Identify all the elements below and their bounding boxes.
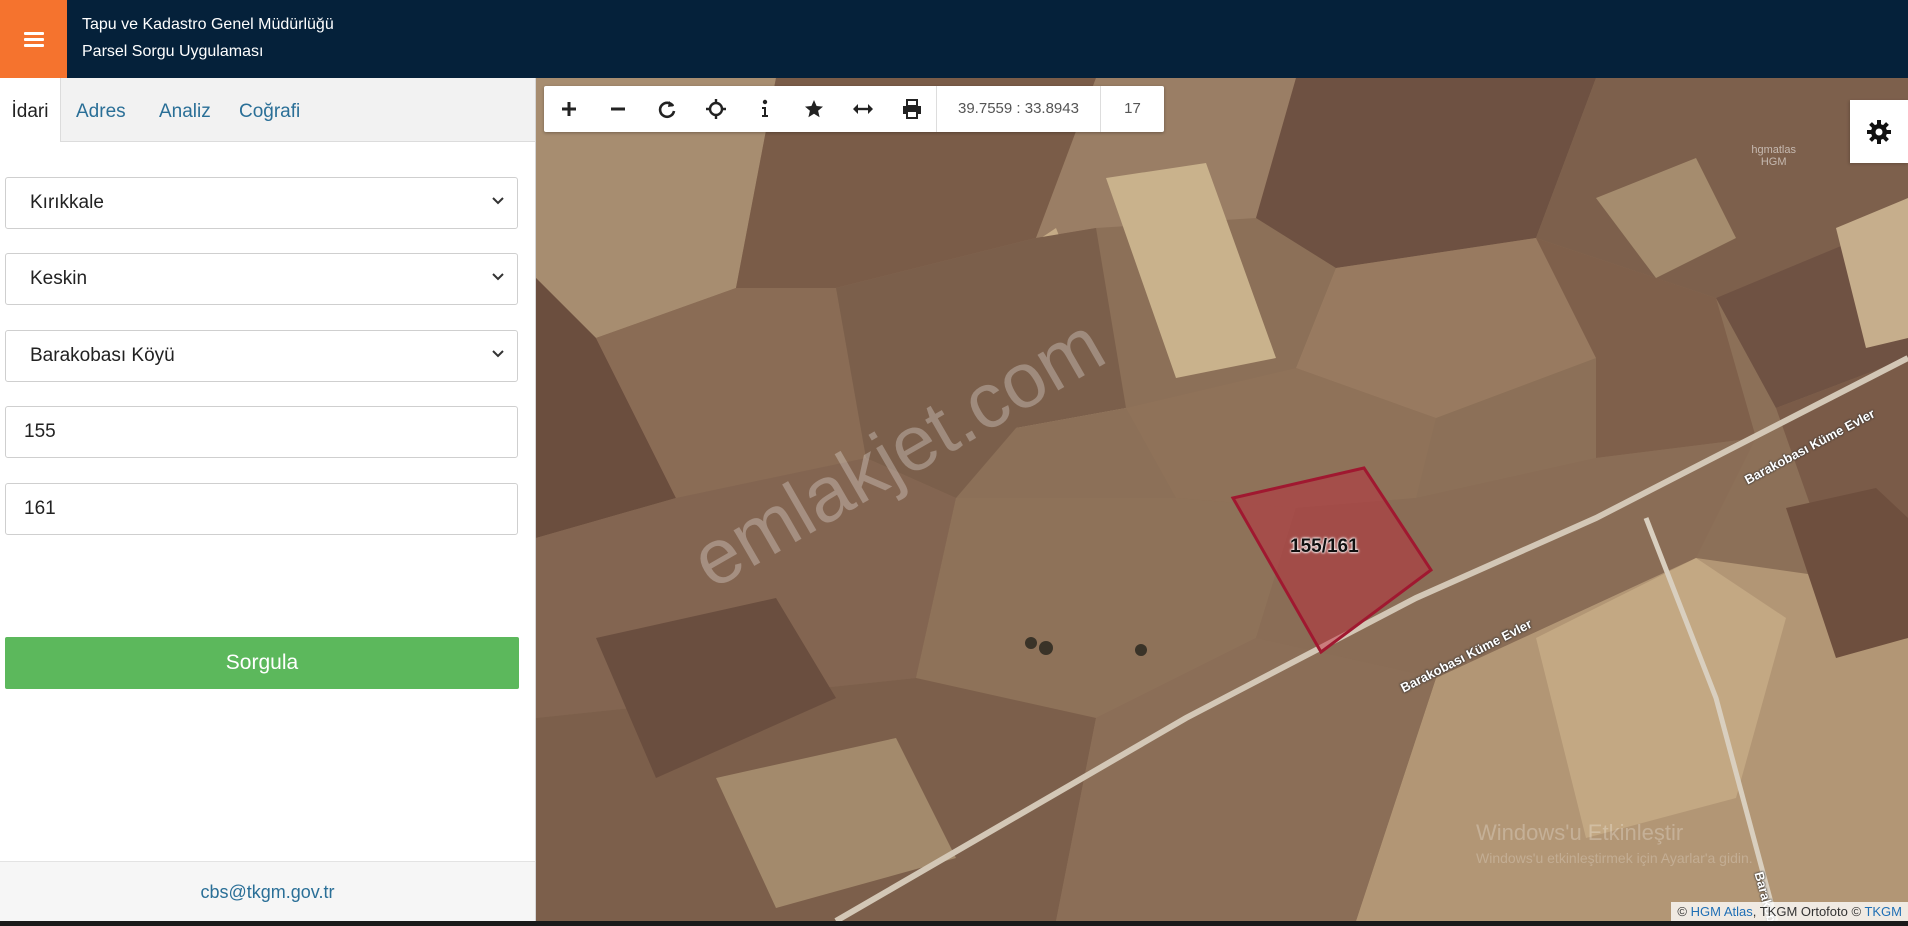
hgm-label-line2: HGM [1760,156,1787,168]
info-button[interactable] [740,86,789,132]
star-icon [804,100,823,118]
measure-icon [852,104,873,114]
hgm-label: hgmatlas HGM [1751,144,1796,168]
tab-cografi[interactable]: Coğrafi [239,78,300,141]
ada-input[interactable]: 155 [5,406,518,458]
refresh-button[interactable] [642,86,691,132]
windows-activation-subtext: Windows'u etkinleştirmek için Ayarlar'a … [1476,850,1753,866]
attribution-prefix: © [1677,904,1687,919]
parcel-label: 155/161 [1290,536,1359,557]
tab-adres[interactable]: Adres [76,78,126,141]
sidebar: İdari Adres Analiz Coğrafi Kırıkkale Kes… [0,78,536,922]
hgm-atlas-link[interactable]: HGM Atlas [1691,904,1753,919]
il-select[interactable]: Kırıkkale [5,177,518,229]
parsel-input-value: 161 [24,498,56,519]
parsel-input[interactable]: 161 [5,483,518,535]
taskbar-strip [0,921,1908,926]
zoom-out-icon [610,107,625,111]
contact-email-link[interactable]: cbs@tkgm.gov.tr [201,882,335,903]
mahalle-select-value: Barakobası Köyü [30,345,175,366]
zoom-out-button[interactable] [593,86,642,132]
map-toolbar: 39.7559 : 33.8943 17 [544,86,1164,132]
mahalle-select[interactable]: Barakobası Köyü [5,330,518,382]
tab-bar: İdari Adres Analiz Coğrafi [0,78,535,142]
app-title-line2: Parsel Sorgu Uygulaması [82,43,264,60]
chevron-down-icon [492,273,504,281]
locate-button[interactable] [691,86,740,132]
sorgula-button[interactable]: Sorgula [5,637,519,689]
locate-icon [705,99,726,119]
il-select-value: Kırıkkale [30,192,104,213]
refresh-icon [658,101,675,119]
map-view[interactable]: emlakjet.com hgmatlas HGM 155/161 Barako… [536,78,1908,921]
favorite-button[interactable] [789,86,838,132]
tab-analiz[interactable]: Analiz [159,78,211,141]
measure-button[interactable] [838,86,887,132]
print-icon [902,99,921,119]
menu-button[interactable] [0,0,67,78]
app-title: Tapu ve Kadastro Genel Müdürlüğü Parsel … [82,11,334,65]
attribution-mid: , TKGM Ortofoto © [1752,904,1862,919]
zoom-in-button[interactable] [544,86,593,132]
tab-idari[interactable]: İdari [0,78,61,142]
ilce-select[interactable]: Keskin [5,253,518,305]
ada-input-value: 155 [24,421,56,442]
print-button[interactable] [887,86,936,132]
windows-activation-text: Windows'u Etkinleştir [1476,820,1684,845]
app-title-line1: Tapu ve Kadastro Genel Müdürlüğü [82,16,334,33]
zoom-in-icon [561,102,576,116]
gear-icon [1867,119,1891,144]
tkgm-link[interactable]: TKGM [1864,904,1902,919]
hamburger-icon [23,31,44,47]
map-attribution: © HGM Atlas, TKGM Ortofoto © TKGM [1671,902,1908,921]
coordinate-readout: 39.7559 : 33.8943 [936,86,1100,132]
hgm-label-line1: hgmatlas [1751,144,1796,156]
info-icon [761,99,768,117]
settings-button[interactable] [1850,100,1908,163]
ilce-select-value: Keskin [30,268,88,289]
chevron-down-icon [492,197,504,205]
zoom-level-readout: 17 [1099,86,1164,132]
app-header: Tapu ve Kadastro Genel Müdürlüğü Parsel … [0,0,1908,78]
sidebar-footer: cbs@tkgm.gov.tr [0,861,535,922]
chevron-down-icon [492,350,504,358]
